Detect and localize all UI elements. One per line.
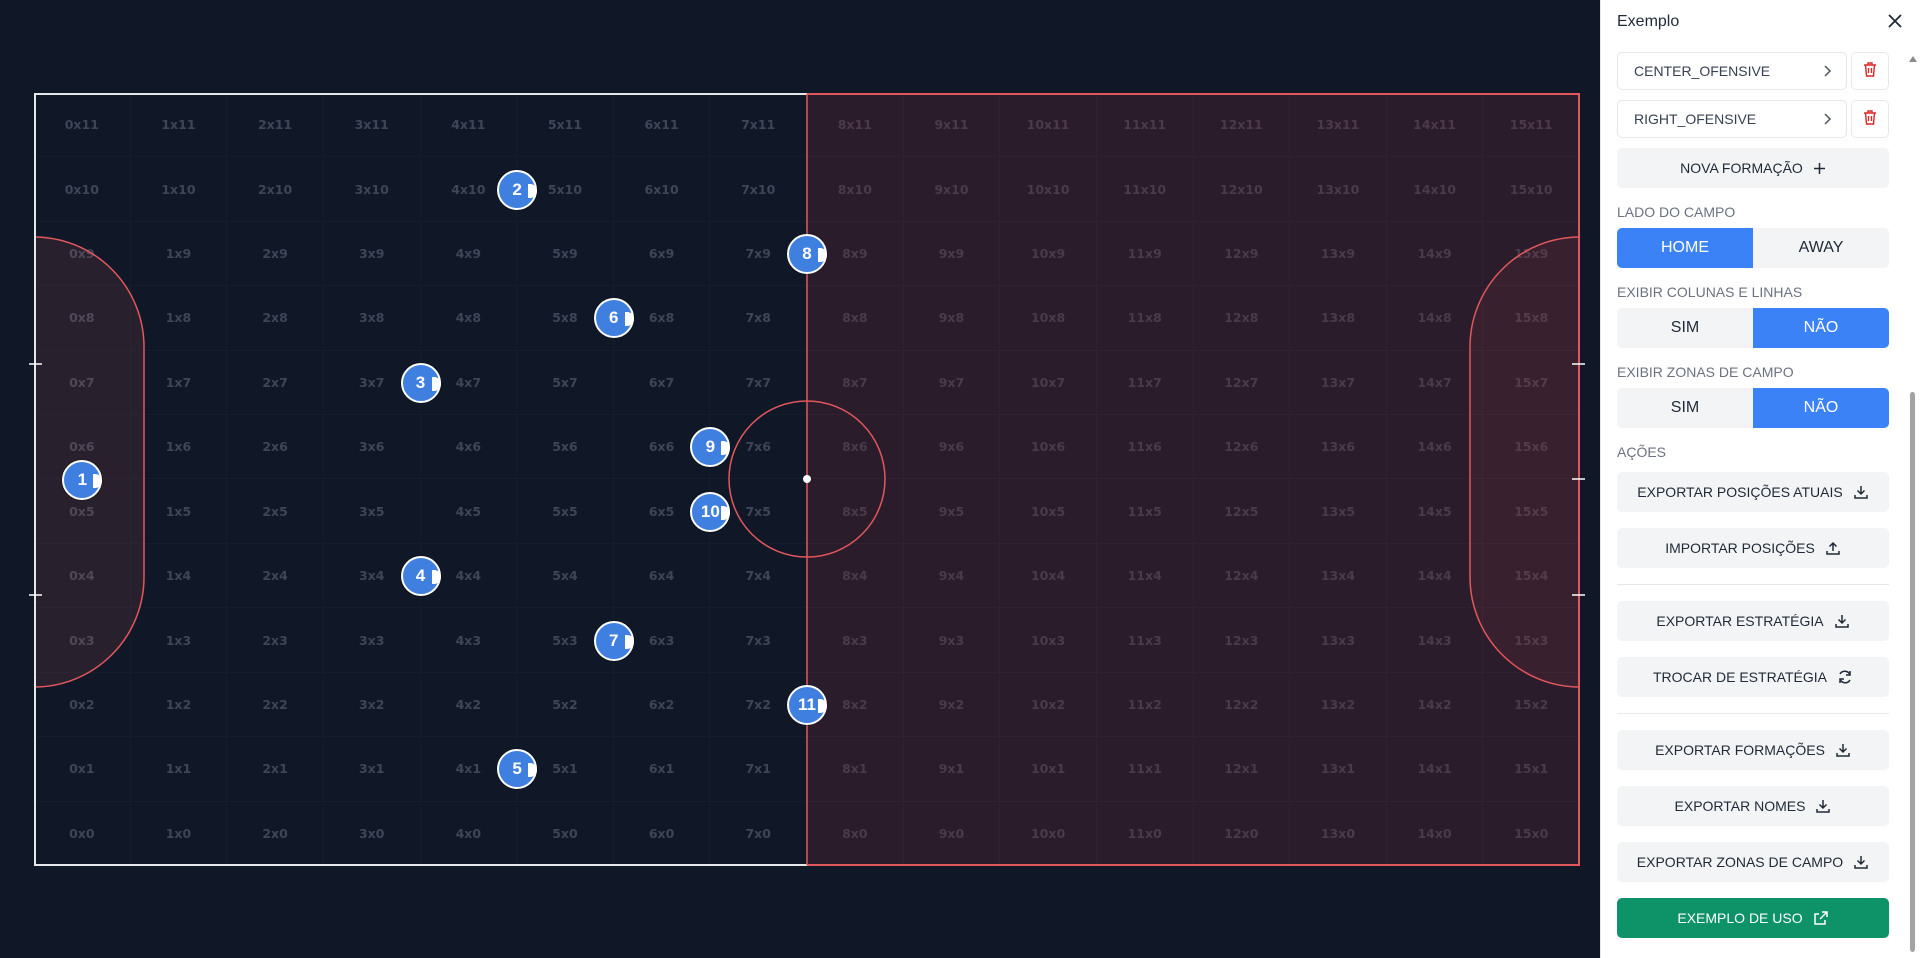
formation-item[interactable]: RIGHT_OFENSIVE (1617, 100, 1847, 138)
trash-icon (1863, 109, 1877, 130)
player-number: 7 (609, 630, 619, 650)
sidebar-header: Exemplo (1617, 12, 1903, 32)
field-lines (29, 93, 1585, 866)
upload-icon (1825, 540, 1841, 556)
zones-no-option[interactable]: NÃO (1753, 388, 1889, 428)
sidebar-scrollbar[interactable] (1906, 44, 1918, 954)
formation-row: CENTER_OFENSIVE (1617, 52, 1889, 90)
player-number: 5 (512, 759, 522, 779)
home-half-border (34, 93, 807, 866)
player-marker[interactable]: 10 (690, 491, 731, 532)
sidebar-panel: Exemplo CENTER_OFENSIVE RIGHT_OFENSIVE NO… (1600, 0, 1920, 958)
usage-example-button[interactable]: EXEMPLO DE USO (1617, 898, 1889, 938)
formation-row: RIGHT_OFENSIVE (1617, 100, 1889, 138)
plus-icon (1813, 162, 1826, 175)
player-marker[interactable]: 7 (593, 620, 634, 661)
side-away-option[interactable]: AWAY (1753, 228, 1889, 268)
export-strategy-button[interactable]: EXPORTAR ESTRATÉGIA (1617, 601, 1889, 641)
grid-yes-option[interactable]: SIM (1617, 308, 1753, 348)
away-half-border (807, 93, 1580, 866)
player-marker[interactable]: 6 (593, 298, 634, 339)
grid-no-option[interactable]: NÃO (1753, 308, 1889, 348)
refresh-icon (1837, 669, 1853, 685)
external-link-icon (1813, 910, 1829, 926)
divider (1617, 713, 1889, 714)
delete-formation-button[interactable] (1851, 100, 1889, 138)
chevron-right-icon (1822, 109, 1832, 130)
download-icon (1835, 742, 1851, 758)
player-marker[interactable]: 3 (400, 362, 441, 403)
player-number: 10 (700, 501, 720, 521)
scroll-thumb[interactable] (1910, 392, 1915, 952)
player-number: 6 (609, 308, 619, 328)
formation-label: CENTER_OFENSIVE (1634, 63, 1771, 79)
download-icon (1815, 798, 1831, 814)
right-goal-area (1469, 236, 1581, 688)
player-marker[interactable]: 4 (400, 556, 441, 597)
formations-list: CENTER_OFENSIVE RIGHT_OFENSIVE (1617, 52, 1889, 138)
export-formations-button[interactable]: EXPORTAR FORMAÇÕES (1617, 730, 1889, 770)
field-area: 0x11 1x11 2x11 3x11 4x11 5x11 6x11 7x11 8x11 9x11… (0, 0, 1600, 958)
close-icon[interactable] (1887, 11, 1903, 33)
player-marker[interactable]: 1 (62, 459, 103, 500)
delete-formation-button[interactable] (1851, 52, 1889, 90)
divider (1617, 584, 1889, 585)
player-marker[interactable]: 5 (497, 749, 538, 790)
scroll-up-arrow[interactable] (1909, 56, 1917, 62)
switch-strategy-button[interactable]: TROCAR DE ESTRATÉGIA (1617, 657, 1889, 697)
zones-label: EXIBIR ZONAS DE CAMPO (1617, 364, 1794, 380)
player-marker[interactable]: 8 (787, 234, 827, 275)
player-number: 2 (512, 179, 522, 199)
export-names-button[interactable]: EXPORTAR NOMES (1617, 786, 1889, 826)
download-icon (1834, 613, 1850, 629)
player-number: 4 (415, 566, 426, 586)
player-number: 11 (798, 694, 816, 714)
player-marker[interactable]: 9 (690, 427, 731, 468)
sidebar-title: Exemplo (1617, 13, 1680, 30)
show-zones-toggle: SIM NÃO (1617, 388, 1889, 428)
cols-label: EXIBIR COLUNAS E LINHAS (1617, 284, 1803, 300)
sidebar-content: CENTER_OFENSIVE RIGHT_OFENSIVE NOVA FORMA… (1617, 52, 1889, 938)
download-icon (1853, 854, 1869, 870)
field-side-toggle: HOME AWAY (1617, 228, 1889, 268)
player-marker[interactable]: 2 (497, 169, 538, 210)
zones-yes-option[interactable]: SIM (1617, 388, 1753, 428)
player-number: 8 (802, 244, 812, 264)
show-grid-toggle: SIM NÃO (1617, 308, 1889, 348)
player-number: 1 (77, 469, 88, 489)
side-label: LADO DO CAMPO (1617, 204, 1736, 220)
player-number: 9 (705, 437, 716, 457)
trash-icon (1863, 61, 1877, 82)
side-home-option[interactable]: HOME (1617, 228, 1753, 268)
futsal-field[interactable]: 0x11 1x11 2x11 3x11 4x11 5x11 6x11 7x11 8x11 9x11… (29, 93, 1585, 866)
export-zones-button[interactable]: EXPORTAR ZONAS DE CAMPO (1617, 842, 1889, 882)
chevron-right-icon (1822, 61, 1832, 82)
center-spot (803, 475, 811, 483)
download-icon (1853, 484, 1869, 500)
new-formation-button[interactable]: NOVA FORMAÇÃO (1617, 148, 1889, 188)
formation-item[interactable]: CENTER_OFENSIVE (1617, 52, 1847, 90)
import-positions-button[interactable]: IMPORTAR POSIÇÕES (1617, 528, 1889, 568)
player-number: 3 (415, 372, 426, 392)
formation-label: RIGHT_OFENSIVE (1634, 111, 1757, 127)
export-positions-button[interactable]: EXPORTAR POSIÇÕES ATUAIS (1617, 472, 1889, 512)
player-marker[interactable]: 11 (787, 684, 827, 725)
actions-label: AÇÕES (1617, 444, 1667, 460)
